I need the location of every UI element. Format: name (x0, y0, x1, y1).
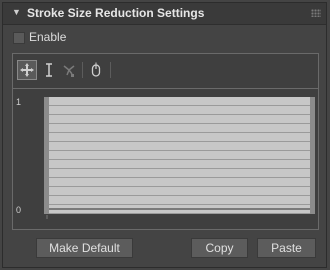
curve-editor: 1 0 (12, 53, 319, 230)
rollout-header[interactable]: ▼ Stroke Size Reduction Settings (3, 3, 326, 25)
vertical-scale-icon[interactable] (39, 60, 59, 80)
copy-button[interactable]: Copy (191, 238, 248, 258)
plot-left-edge (44, 97, 49, 214)
enable-label[interactable]: Enable (29, 30, 66, 44)
toolbar-separator (110, 62, 111, 78)
toolbar-separator (82, 62, 83, 78)
insert-point-icon[interactable] (59, 60, 79, 80)
rollout-title: Stroke Size Reduction Settings (27, 6, 205, 20)
drag-grip-icon[interactable] (311, 9, 321, 17)
y-axis-bottom-label: 0 (16, 205, 22, 215)
curve-line[interactable] (49, 208, 310, 210)
paste-button[interactable]: Paste (257, 238, 316, 258)
curve-plot[interactable] (44, 97, 315, 219)
y-axis-top-label: 1 (16, 97, 22, 107)
curve-point-handle[interactable] (46, 215, 48, 219)
curve-toolbar (13, 54, 318, 88)
collapse-arrow-icon[interactable]: ▼ (12, 7, 21, 17)
plot-right-edge (310, 97, 315, 214)
curve-graph-area: 1 0 (13, 88, 318, 230)
enable-checkbox[interactable] (13, 32, 25, 44)
make-default-button[interactable]: Make Default (36, 238, 133, 258)
rollout-panel: ▼ Stroke Size Reduction Settings Enable (2, 2, 327, 268)
mouse-icon[interactable] (86, 60, 106, 80)
move-arrows-icon[interactable] (17, 60, 37, 80)
